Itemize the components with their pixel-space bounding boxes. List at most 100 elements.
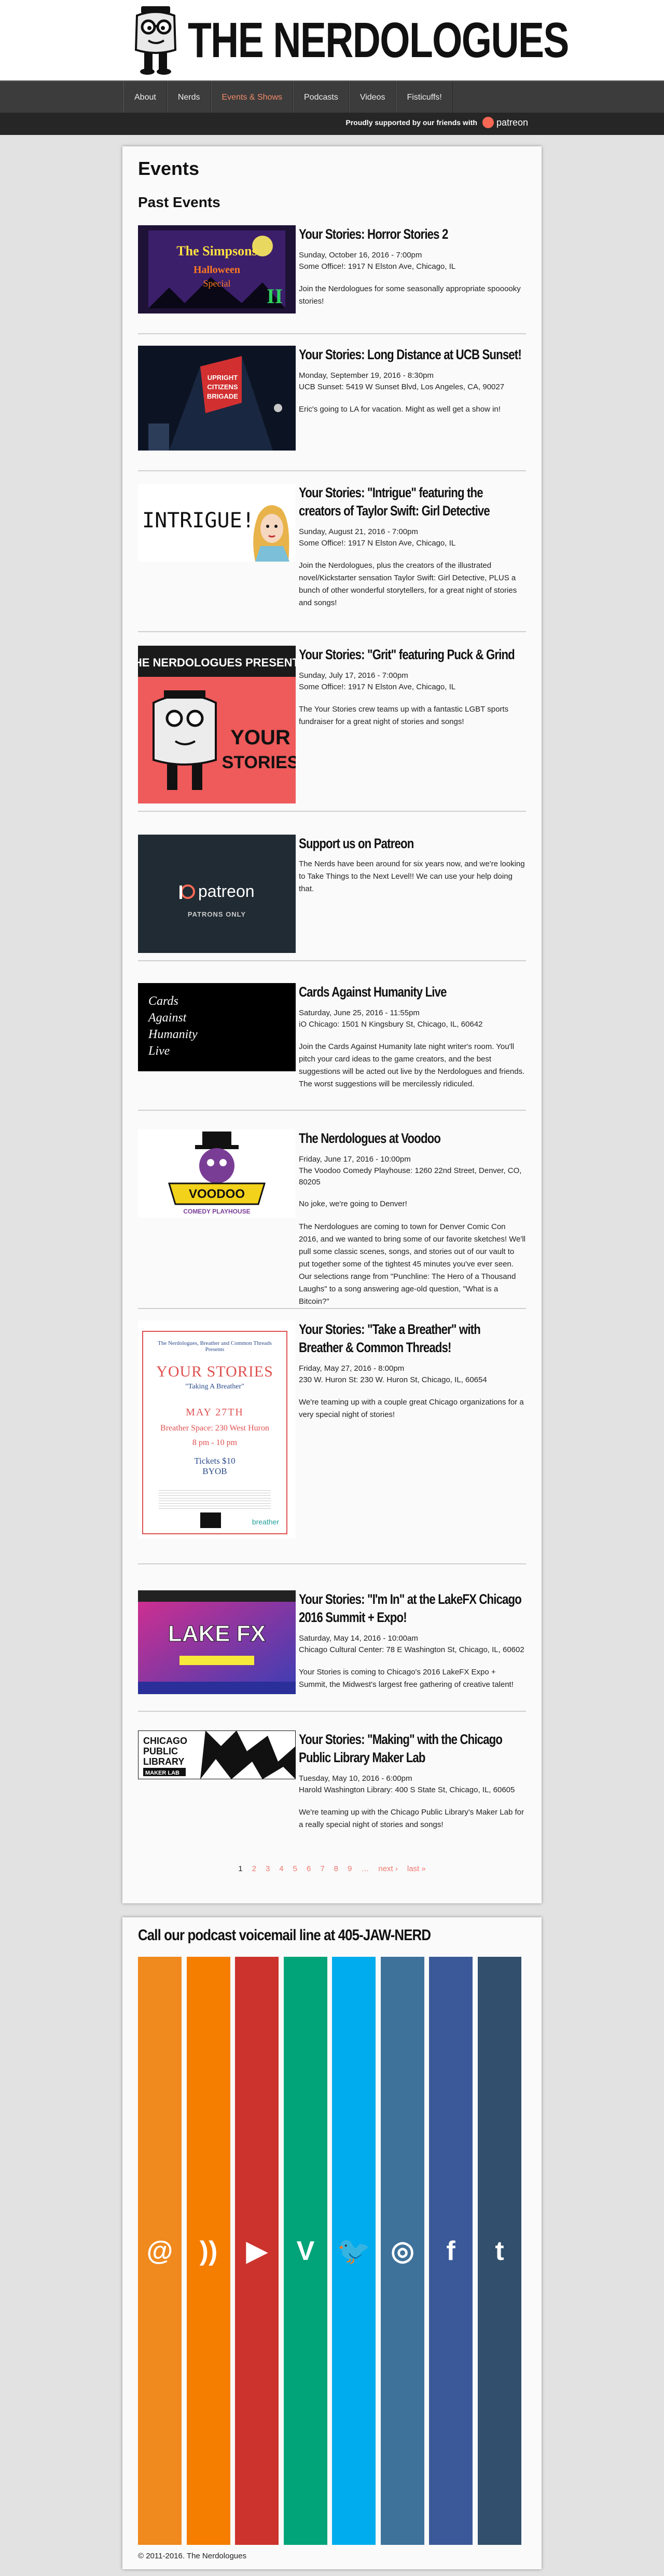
divider: [138, 1308, 526, 1309]
event-thumbnail[interactable]: Cards Against Humanity Live: [138, 983, 296, 1071]
event-thumbnail[interactable]: VOODOO COMEDY PLAYHOUSE: [138, 1129, 296, 1218]
event-date: Friday, May 27, 2016 - 8:00pm: [299, 1364, 405, 1373]
page-title: Events: [138, 158, 200, 179]
event-title-link[interactable]: Your Stories: "Grit" featuring Puck & Gr…: [299, 646, 526, 664]
poster-byob: BYOB: [202, 1466, 227, 1476]
vine-link[interactable]: V: [284, 1957, 327, 2545]
pager-page[interactable]: 2: [252, 1864, 256, 1873]
voicemail-heading: Call our podcast voicemail line at 405-J…: [138, 1927, 431, 1944]
event-location: Chicago Cultural Center: 78 E Washington…: [299, 1645, 524, 1654]
event-title-link[interactable]: Your Stories: "Intrigue" featuring the c…: [299, 484, 526, 520]
rss-link[interactable]: )): [187, 1957, 230, 2545]
twitter-link[interactable]: 🐦: [332, 1957, 376, 2545]
patreon-sponsor[interactable]: Proudly supported by our friends with pa…: [345, 117, 528, 128]
poster-fineprint: [159, 1488, 271, 1509]
youtube-link[interactable]: ▶: [235, 1957, 279, 2545]
thumb-title-text: The Simpsons: [176, 243, 257, 258]
event-location: The Voodoo Comedy Playhouse: 1260 22nd S…: [299, 1166, 522, 1187]
event-description-more: The Nerdologues are coming to town for D…: [299, 1222, 525, 1306]
pager-last[interactable]: last »: [407, 1864, 426, 1873]
pager-page[interactable]: 9: [348, 1864, 352, 1873]
event-title-link[interactable]: The Nerdologues at Voodoo: [299, 1129, 526, 1148]
event-title-link[interactable]: Cards Against Humanity Live: [299, 983, 526, 1001]
svg-text:LAKE FX: LAKE FX: [168, 1621, 266, 1646]
event-date: Sunday, August 21, 2016 - 7:00pm: [299, 527, 418, 537]
event-description: Join the Cards Against Humanity late nig…: [299, 1042, 525, 1088]
pager-page[interactable]: 4: [279, 1864, 283, 1873]
svg-text:Live: Live: [148, 1044, 170, 1058]
nav-podcasts[interactable]: Podcasts: [293, 81, 349, 114]
event-location: UCB Sunset: 5419 W Sunset Blvd, Los Ange…: [299, 382, 505, 391]
event-title-link[interactable]: Your Stories: "I'm In" at the LakeFX Chi…: [299, 1590, 526, 1627]
facebook-icon: f: [446, 2236, 455, 2266]
event-location: iO Chicago: 1501 N Kingsbury St, Chicago…: [299, 1019, 483, 1029]
pager-ellipsis: …: [361, 1864, 369, 1873]
youtube-icon: ▶: [246, 2236, 267, 2266]
site-logo[interactable]: THE NERDOLOGUES: [130, 4, 569, 77]
tumblr-link[interactable]: t: [478, 1957, 521, 2545]
pager-page[interactable]: 7: [320, 1864, 324, 1873]
email-link[interactable]: @: [138, 1957, 182, 2545]
event-date: Saturday, June 25, 2016 - 11:55pm: [299, 1008, 420, 1018]
event-thumbnail[interactable]: The Simpsons Halloween Special II: [138, 225, 296, 314]
event-thumbnail[interactable]: UPRIGHT CITIZENS BRIGADE: [138, 346, 296, 451]
svg-text:PATRONS ONLY: PATRONS ONLY: [188, 910, 246, 918]
nav-events-shows[interactable]: Events & Shows: [211, 81, 293, 114]
event-date: Friday, June 17, 2016 - 10:00pm: [299, 1155, 411, 1164]
svg-text:STORIES: STORIES: [222, 753, 296, 772]
event-location: Some Office!: 1917 N Elston Ave, Chicago…: [299, 682, 456, 691]
pager-page[interactable]: 8: [334, 1864, 338, 1873]
event-thumbnail[interactable]: CHICAGO PUBLIC LIBRARY MAKER LAB: [138, 1730, 296, 1779]
svg-text:THE NERDOLOGUES PRESENTS: THE NERDOLOGUES PRESENTS: [138, 656, 296, 669]
event-title-link[interactable]: Your Stories: "Take a Breather" with Bre…: [299, 1320, 526, 1357]
event-thumbnail[interactable]: LAKE FX: [138, 1590, 296, 1694]
event-date: Sunday, July 17, 2016 - 7:00pm: [299, 671, 408, 680]
site-header: THE NERDOLOGUES: [0, 0, 664, 80]
svg-text:CHICAGO: CHICAGO: [143, 1736, 187, 1746]
sponsor-logo-icon: [200, 1512, 221, 1528]
nav-fisticuffs[interactable]: Fisticuffs!: [396, 81, 453, 114]
event-title-link[interactable]: Your Stories: Long Distance at UCB Sunse…: [299, 346, 526, 364]
poster-tickets: Tickets $10: [194, 1456, 236, 1466]
event-description: The Nerds have been around for six years…: [299, 860, 525, 894]
event-description: Your Stories is coming to Chicago's 2016…: [299, 1667, 514, 1689]
site-footer: Call our podcast voicemail line at 405-J…: [122, 1917, 542, 2569]
copyright: © 2011-2016. The Nerdologues: [138, 2552, 246, 2560]
divider: [138, 1563, 526, 1564]
event-location: Some Office!: 1917 N Elston Ave, Chicago…: [299, 262, 456, 271]
event-thumbnail[interactable]: THE NERDOLOGUES PRESENTS YOUR STORIES: [138, 646, 296, 803]
patreon-icon: [482, 117, 494, 128]
event-title-link[interactable]: Your Stories: Horror Stories 2: [299, 225, 526, 243]
divider: [138, 333, 526, 334]
sponsor-text: Proudly supported by our friends with: [345, 118, 477, 127]
divider: [138, 1711, 526, 1712]
nav-videos[interactable]: Videos: [349, 81, 396, 114]
poster-title: YOUR STORIES: [156, 1363, 273, 1380]
divider: [138, 1110, 526, 1111]
event-thumbnail[interactable]: The Nerdologues, Breather and Common Thr…: [138, 1320, 296, 1538]
svg-text:Against: Against: [147, 1011, 187, 1025]
svg-text:II: II: [267, 284, 283, 308]
mascot-logo-icon: [130, 4, 182, 77]
event-title-link[interactable]: Your Stories: "Making" with the Chicago …: [299, 1730, 526, 1767]
nav-nerds[interactable]: Nerds: [167, 81, 211, 114]
event-location: Harold Washington Library: 400 S State S…: [299, 1785, 515, 1794]
site-title: THE NERDOLOGUES: [188, 12, 569, 68]
event-thumbnail[interactable]: patreon PATRONS ONLY: [138, 835, 296, 953]
email-icon: @: [146, 2236, 173, 2266]
pager-page[interactable]: 5: [293, 1864, 297, 1873]
svg-text:BRIGADE: BRIGADE: [207, 392, 238, 400]
event-description: Eric's going to LA for vacation. Might a…: [299, 404, 501, 414]
event-description: Join the Nerdologues, plus the creators …: [299, 561, 517, 607]
facebook-link[interactable]: f: [429, 1957, 473, 2545]
poster-subtitle: "Taking A Breather": [185, 1383, 244, 1391]
svg-text:MAKER LAB: MAKER LAB: [145, 1770, 179, 1776]
pager-next[interactable]: next ›: [378, 1864, 398, 1873]
event-title-link[interactable]: Support us on Patreon: [299, 835, 526, 853]
pager-page[interactable]: 6: [307, 1864, 311, 1873]
event-poster: The Nerdologues, Breather and Common Thr…: [142, 1331, 287, 1534]
nav-about[interactable]: About: [123, 81, 167, 114]
event-thumbnail[interactable]: INTRIGUE!: [138, 484, 296, 562]
instagram-link[interactable]: ◎: [381, 1957, 424, 2545]
pager-page[interactable]: 3: [266, 1864, 270, 1873]
